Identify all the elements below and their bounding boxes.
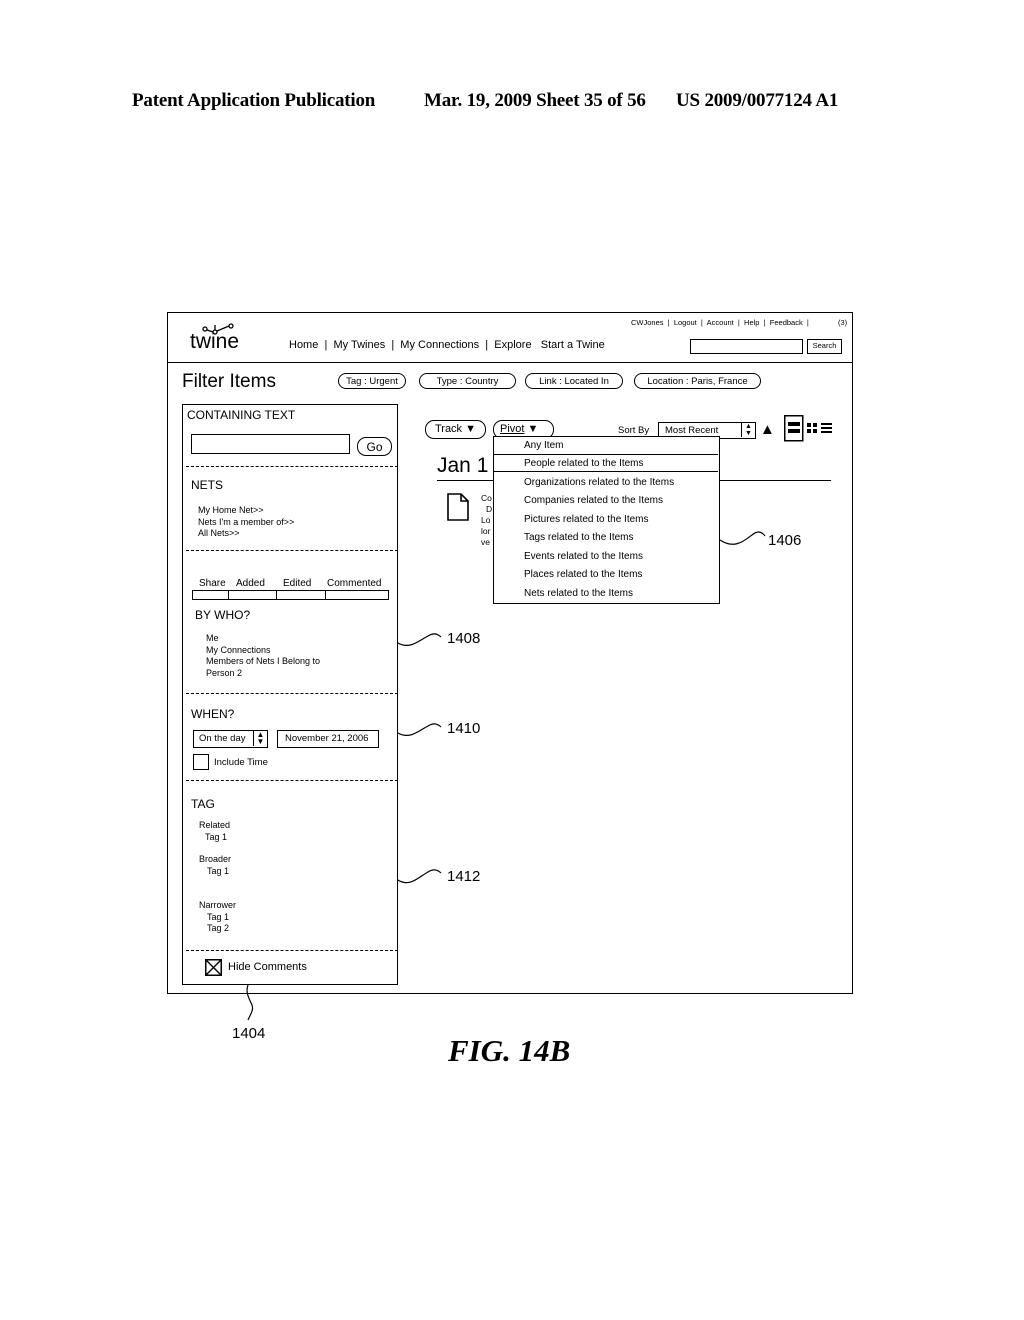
leader-1406 bbox=[719, 531, 766, 545]
ref-1404: 1404 bbox=[232, 1025, 266, 1042]
ref-1410: 1410 bbox=[447, 720, 481, 737]
leader-lines bbox=[246, 531, 766, 1021]
ref-1412: 1412 bbox=[447, 868, 481, 885]
leader-1410 bbox=[397, 723, 442, 737]
leader-1412 bbox=[397, 869, 442, 884]
ref-1408: 1408 bbox=[447, 630, 481, 647]
figure-label: FIG. 14B bbox=[448, 1033, 571, 1068]
leader-1404 bbox=[246, 984, 254, 1021]
leader-1408 bbox=[397, 633, 442, 647]
ref-1406: 1406 bbox=[768, 532, 802, 549]
